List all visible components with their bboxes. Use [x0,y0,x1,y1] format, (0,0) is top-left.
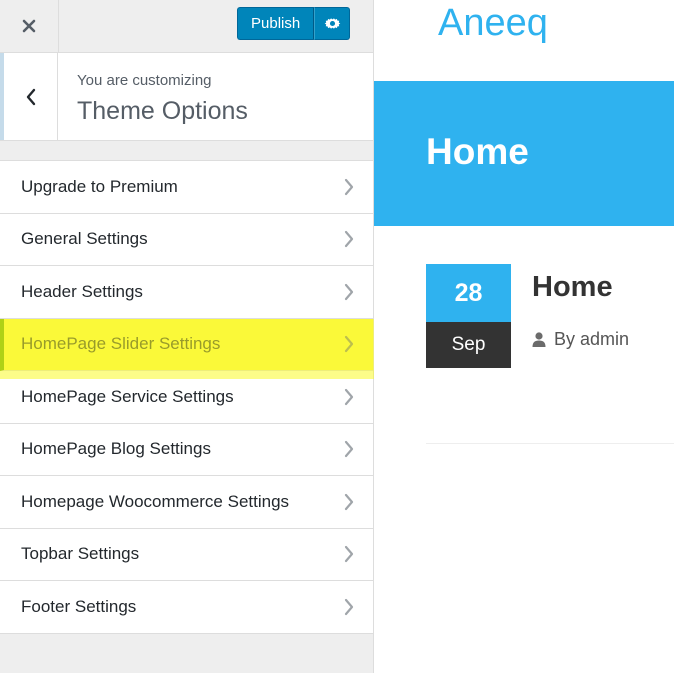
customizer-topbar: Publish [0,0,373,53]
menu-item-label: Footer Settings [21,596,137,616]
section-title: Theme Options [77,97,248,125]
publish-button[interactable]: Publish [237,7,315,40]
post-title[interactable]: Home [532,271,613,304]
customizer-sidebar: Publish You are customizing Theme Option… [0,0,374,673]
customizer-window: Publish You are customizing Theme Option… [0,0,674,673]
theme-options-menu: Upgrade to Premium General Settings Head… [0,160,373,634]
chevron-right-icon [344,283,354,300]
close-button[interactable] [0,0,59,52]
chevron-left-icon [26,88,35,105]
post-author[interactable]: By admin [554,329,629,350]
chevron-right-icon [344,441,354,458]
menu-item-homepage-woocommerce-settings[interactable]: Homepage Woocommerce Settings [0,476,373,529]
section-header: You are customizing Theme Options [0,53,373,141]
customizing-label: You are customizing [77,72,212,89]
menu-item-label: Header Settings [21,281,143,301]
menu-item-homepage-service-settings[interactable]: HomePage Service Settings [0,371,373,424]
menu-item-header-settings[interactable]: Header Settings [0,266,373,319]
chevron-right-icon [344,493,354,510]
post-divider [426,443,674,444]
chevron-right-icon [344,598,354,615]
post-date-month: Sep [426,322,511,368]
menu-item-topbar-settings[interactable]: Topbar Settings [0,528,373,581]
menu-item-label: Upgrade to Premium [21,176,178,196]
menu-item-label: HomePage Service Settings [21,386,234,406]
hero-title: Home [426,131,529,172]
post-meta: By admin [532,329,629,350]
post-date-day: 28 [426,264,511,322]
menu-item-footer-settings[interactable]: Footer Settings [0,581,373,634]
user-icon [532,332,546,347]
chevron-right-icon [344,388,354,405]
chevron-right-icon [344,546,354,563]
menu-item-label: HomePage Blog Settings [21,439,211,459]
post-date-badge: 28 Sep [426,264,511,368]
menu-item-homepage-slider-settings[interactable]: HomePage Slider Settings [0,318,373,371]
gear-icon [324,18,341,29]
page-hero-banner: Home [374,81,674,226]
menu-item-label: Homepage Woocommerce Settings [21,491,290,511]
menu-item-general-settings[interactable]: General Settings [0,213,373,266]
chevron-right-icon [344,336,354,353]
menu-item-upgrade-to-premium[interactable]: Upgrade to Premium [0,161,373,214]
close-icon [22,19,36,33]
site-preview: Aneeq Home 28 Sep Home By admin [374,0,674,673]
back-button[interactable] [0,53,58,140]
menu-item-label: General Settings [21,229,148,249]
menu-item-label: Topbar Settings [21,544,140,564]
chevron-right-icon [344,178,354,195]
publish-settings-button[interactable] [314,7,351,40]
chevron-right-icon [344,231,354,248]
menu-item-label: HomePage Slider Settings [21,334,221,354]
menu-item-homepage-blog-settings[interactable]: HomePage Blog Settings [0,423,373,476]
publish-group: Publish [237,7,351,40]
site-title[interactable]: Aneeq [438,2,548,45]
